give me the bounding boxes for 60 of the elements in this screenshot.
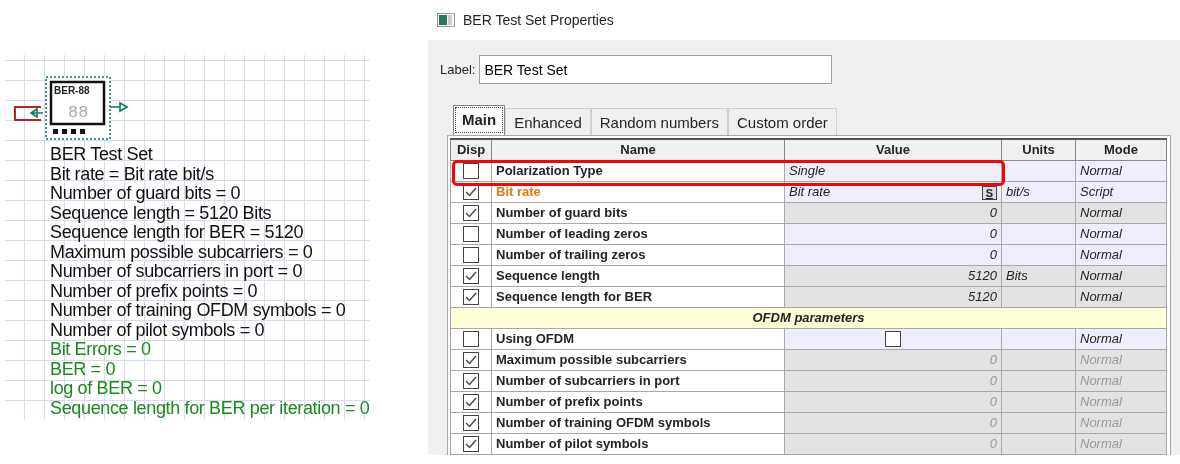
block-parameter-text: Sequence length for BER = 5120 (50, 223, 304, 243)
tab[interactable]: Enhanced (505, 108, 591, 135)
checkbox[interactable] (463, 268, 479, 285)
column-header: Name (491, 139, 785, 160)
tab[interactable]: Custom order (727, 108, 837, 135)
checkbox[interactable] (463, 226, 479, 243)
parameter-name: Sequence length for BER (491, 286, 785, 307)
value-cell: 0 (784, 349, 1002, 370)
block-parameter-text: Sequence length = 5120 Bits (50, 203, 272, 223)
parameter-name: Number of trailing zeros (491, 244, 785, 265)
parameter-name: Number of training OFDM symbols (491, 412, 785, 433)
block-parameter-text: BER = 0 (50, 359, 116, 379)
block-parameter-text: Number of subcarriers in port = 0 (50, 262, 303, 282)
column-header: Disp (450, 139, 492, 160)
value-cell[interactable]: 0 (784, 223, 1002, 244)
value-text[interactable]: Bit rate (789, 183, 831, 199)
parameter-name: Number of prefix points (491, 391, 785, 412)
block-parameter-text: BER Test Set (50, 145, 153, 165)
tab[interactable]: Random numbers (590, 108, 728, 135)
value-cell[interactable]: 0 (784, 244, 1002, 265)
value-cell[interactable]: 0 (784, 202, 1002, 223)
ber-block-drawing[interactable]: BER-88 88 (13, 55, 133, 141)
block-parameter-text: Number of prefix points = 0 (50, 281, 258, 301)
field-label: Label: (440, 60, 476, 79)
value-cell: 0 (784, 433, 1002, 454)
checkbox[interactable] (463, 205, 479, 222)
value-cell[interactable]: 5120 (784, 286, 1002, 307)
block-parameter-text: Sequence length for BER per iteration = 0 (50, 398, 370, 418)
checkbox[interactable] (463, 331, 479, 348)
block-parameter-text: Bit rate = Bit rate bit/s (50, 164, 214, 184)
parameter-name: Number of subcarriers in port (491, 370, 785, 391)
value-cell: 0 (784, 391, 1002, 412)
parameter-name: Maximum possible subcarriers (491, 349, 785, 370)
window-title: BER Test Set Properties (463, 10, 614, 30)
checkbox[interactable] (463, 289, 479, 306)
parameter-name: Number of leading zeros (491, 223, 785, 244)
parameter-name: Number of guard bits (491, 202, 785, 223)
value-cell: 0 (784, 370, 1002, 391)
column-header: Mode (1075, 139, 1167, 160)
section-header: OFDM parameters (450, 307, 1167, 328)
block-parameter-text: Number of pilot symbols = 0 (50, 320, 265, 340)
window-icon (437, 13, 455, 27)
checkbox[interactable] (463, 247, 479, 264)
block-parameter-text: Bit Errors = 0 (50, 340, 151, 360)
block-parameter-text: log of BER = 0 (50, 379, 162, 399)
column-header: Units (1001, 139, 1076, 160)
block-parameter-text: Number of guard bits = 0 (50, 184, 241, 204)
block-parameter-text: Number of training OFDM symbols = 0 (50, 301, 346, 321)
parameter-name: Sequence length (491, 265, 785, 286)
label-input-field[interactable]: BER Test Set (479, 55, 833, 84)
column-header: Value (784, 139, 1002, 160)
checkbox[interactable] (885, 331, 901, 348)
parameter-name: Using OFDM (491, 328, 785, 349)
parameter-name: Number of pilot symbols (491, 433, 785, 454)
value-cell: 0 (784, 412, 1002, 433)
block-parameter-text: Maximum possible subcarriers = 0 (50, 242, 313, 262)
checkbox[interactable] (463, 163, 479, 180)
tab[interactable]: Main (453, 105, 506, 135)
value-text[interactable]: Single (789, 162, 826, 178)
value-cell[interactable]: 5120 (784, 265, 1002, 286)
